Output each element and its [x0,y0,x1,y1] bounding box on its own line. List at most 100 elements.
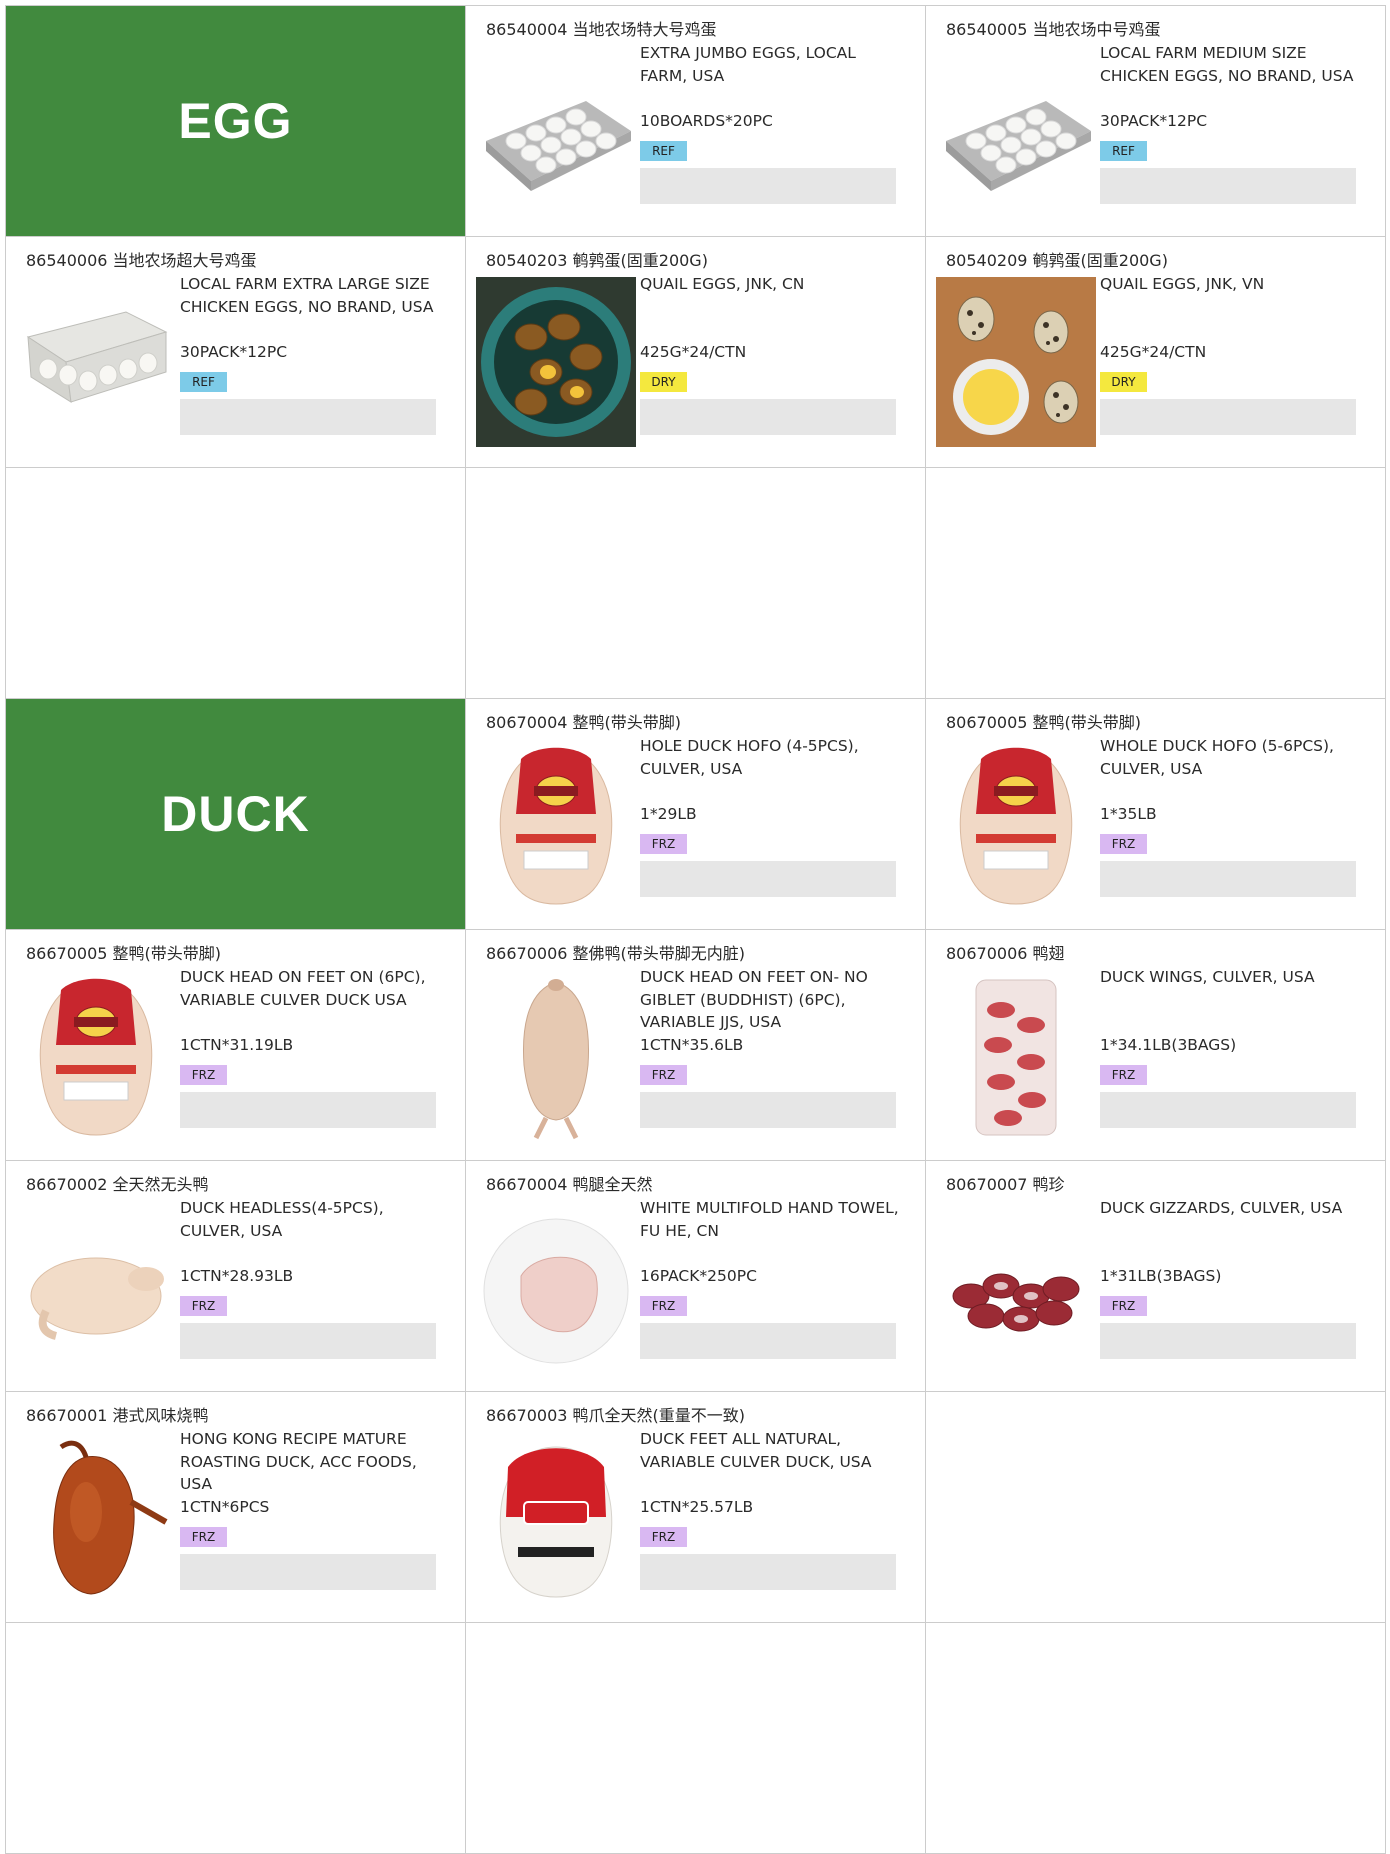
product-description: DUCK HEAD ON FEET ON- NO GIBLET (BUDDHIS… [640,968,868,1031]
roast-duck-icon [16,1432,176,1602]
category-duck: DUCK [6,699,466,930]
product-description: DUCK GIZZARDS, CULVER, USA [1100,1199,1343,1217]
storage-badge: FRZ [1100,834,1147,854]
product-code-name: 86670005 整鸭(带头带脚) [26,944,222,963]
product-description: DUCK HEADLESS(4-5PCS), CULVER, USA [180,1199,384,1240]
entry-field[interactable] [1100,399,1356,435]
product-card[interactable]: 80540203 鹌鹑蛋(固重200G) QUAIL EGGS, JNK, CN… [466,237,926,468]
braised-quail-eggs-icon [476,277,636,447]
entry-field[interactable] [640,1554,896,1590]
storage-badge: FRZ [1100,1065,1147,1085]
product-pack-size: 1*35LB [1100,805,1157,823]
product-pack-size: 10BOARDS*20PC [640,112,773,130]
entry-field[interactable] [640,399,896,435]
product-code-name: 86670006 整佛鸭(带头带脚无内脏) [486,944,746,963]
entry-field[interactable] [1100,1092,1356,1128]
product-pack-size: 1*34.1LB(3BAGS) [1100,1036,1237,1054]
entry-field[interactable] [640,861,896,897]
product-description: LOCAL FARM EXTRA LARGE SIZE CHICKEN EGGS… [180,275,434,316]
storage-badge: FRZ [1100,1296,1147,1316]
duck-gizzards-icon [936,1201,1096,1371]
product-card[interactable]: 80670005 整鸭(带头带脚) WHOLE DUCK HOFO (5-6PC… [926,699,1386,930]
storage-badge: DRY [1100,372,1147,392]
entry-field[interactable] [1100,1323,1356,1359]
packaged-duck-icon [16,970,176,1140]
entry-field[interactable] [640,168,896,204]
empty-cell [6,468,466,699]
product-card[interactable]: 86670003 鸭爪全天然(重量不一致) DUCK FEET ALL NATU… [466,1392,926,1623]
egg-tray-icon [936,46,1096,216]
duck-leg-plate-icon [476,1201,636,1371]
entry-field[interactable] [1100,861,1356,897]
product-description: QUAIL EGGS, JNK, CN [640,275,805,293]
storage-badge: FRZ [640,1065,687,1085]
empty-cell [466,468,926,699]
product-code-name: 86540005 当地农场中号鸡蛋 [946,20,1161,39]
headless-duck-icon [16,1201,176,1371]
product-card[interactable]: 80670004 整鸭(带头带脚) HOLE DUCK HOFO (4-5PCS… [466,699,926,930]
product-description: WHOLE DUCK HOFO (5-6PCS), CULVER, USA [1100,737,1334,778]
storage-badge: REF [1100,141,1147,161]
storage-badge: FRZ [640,834,687,854]
entry-field[interactable] [180,1554,436,1590]
product-description: HONG KONG RECIPE MATURE ROASTING DUCK, A… [180,1430,417,1493]
product-card[interactable]: 86670001 港式风味烧鸭 HONG KONG RECIPE MATURE … [6,1392,466,1623]
product-pack-size: 1*29LB [640,805,697,823]
product-card[interactable]: 86540006 当地农场超大号鸡蛋 LOCAL FARM EXTRA LARG… [6,237,466,468]
entry-field[interactable] [180,1092,436,1128]
product-code-name: 80670004 整鸭(带头带脚) [486,713,682,732]
product-description: WHITE MULTIFOLD HAND TOWEL, FU HE, CN [640,1199,899,1240]
product-card[interactable]: 80670006 鸭翅 DUCK WINGS, CULVER, USA 1*34… [926,930,1386,1161]
storage-badge: FRZ [640,1296,687,1316]
product-description: DUCK FEET ALL NATURAL, VARIABLE CULVER D… [640,1430,872,1471]
product-code-name: 86670003 鸭爪全天然(重量不一致) [486,1406,746,1425]
product-pack-size: 30PACK*12PC [1100,112,1208,130]
entry-field[interactable] [180,1323,436,1359]
storage-badge: REF [180,372,227,392]
entry-field[interactable] [180,399,436,435]
storage-badge: REF [640,141,687,161]
product-pack-size: 16PACK*250PC [640,1267,757,1285]
entry-field[interactable] [640,1323,896,1359]
product-code-name: 86540004 当地农场特大号鸡蛋 [486,20,717,39]
category-title: DUCK [161,786,310,842]
product-code-name: 86540006 当地农场超大号鸡蛋 [26,251,257,270]
product-card[interactable]: 86540005 当地农场中号鸡蛋 LOCAL FARM MEDIUM SIZE… [926,6,1386,237]
empty-cell [926,468,1386,699]
product-description: DUCK WINGS, CULVER, USA [1100,968,1315,986]
product-pack-size: 30PACK*12PC [180,343,288,361]
product-card[interactable]: 80670007 鸭珍 DUCK GIZZARDS, CULVER, USA 1… [926,1161,1386,1392]
product-card[interactable]: 86670004 鸭腿全天然 WHITE MULTIFOLD HAND TOWE… [466,1161,926,1392]
egg-tray-icon [476,46,636,216]
product-code-name: 80540203 鹌鹑蛋(固重200G) [486,251,708,270]
product-pack-size: 1CTN*28.93LB [180,1267,294,1285]
quail-eggs-icon [936,277,1096,447]
empty-cell [466,1623,926,1854]
empty-cell [926,1623,1386,1854]
product-pack-size: 425G*24/CTN [640,343,747,361]
entry-field[interactable] [1100,168,1356,204]
product-code-name: 86670004 鸭腿全天然 [486,1175,653,1194]
empty-cell [6,1623,466,1854]
storage-badge: FRZ [180,1527,227,1547]
storage-badge: FRZ [180,1296,227,1316]
product-card[interactable]: 86670006 整佛鸭(带头带脚无内脏) DUCK HEAD ON FEET … [466,930,926,1161]
product-card[interactable]: 80540209 鹌鹑蛋(固重200G) QUAIL EGGS, JNK, VN… [926,237,1386,468]
product-code-name: 86670001 港式风味烧鸭 [26,1406,209,1425]
product-pack-size: 1*31LB(3BAGS) [1100,1267,1222,1285]
product-code-name: 80670006 鸭翅 [946,944,1065,963]
storage-badge: FRZ [640,1527,687,1547]
catalog-page: EGG 86540004 当地农场特大号鸡蛋 EXTRA JUMBO EGGS,… [0,0,1390,1854]
buddhist-duck-icon [476,970,636,1140]
storage-badge: FRZ [180,1065,227,1085]
product-card[interactable]: 86540004 当地农场特大号鸡蛋 EXTRA JUMBO EGGS, LOC… [466,6,926,237]
product-card[interactable]: 86670002 全天然无头鸭 DUCK HEADLESS(4-5PCS), C… [6,1161,466,1392]
product-card[interactable]: 86670005 整鸭(带头带脚) DUCK HEAD ON FEET ON (… [6,930,466,1161]
product-code-name: 80540209 鹌鹑蛋(固重200G) [946,251,1168,270]
product-code-name: 80670005 整鸭(带头带脚) [946,713,1142,732]
product-description: DUCK HEAD ON FEET ON (6PC), VARIABLE CUL… [180,968,426,1009]
entry-field[interactable] [640,1092,896,1128]
egg-carton-icon [16,277,176,447]
product-pack-size: 1CTN*6PCS [180,1498,270,1516]
whole-duck-bag-icon [476,1432,636,1602]
